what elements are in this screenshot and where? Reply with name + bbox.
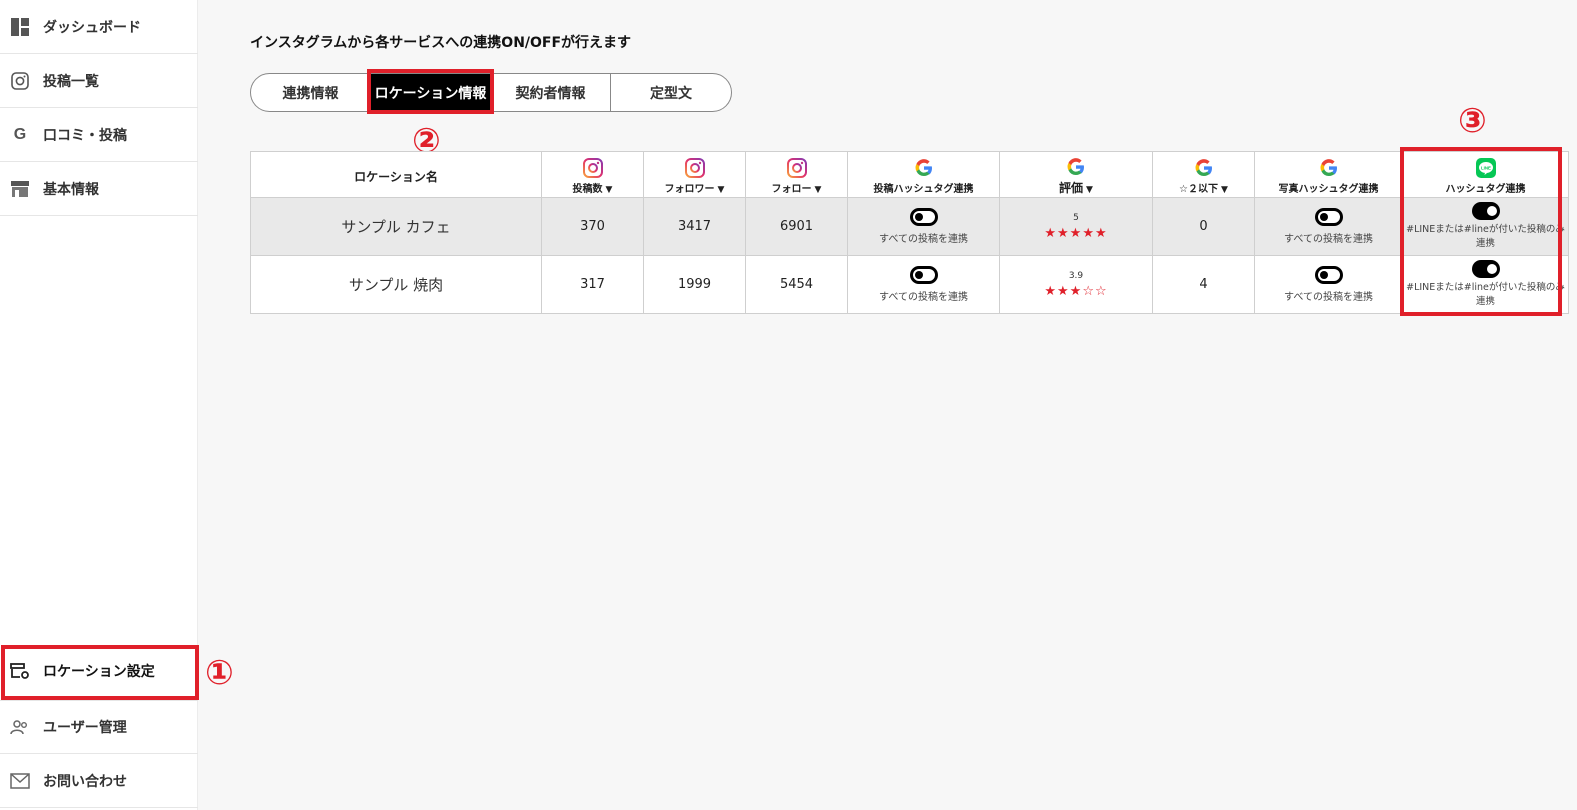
post-hashtag-cell: すべての投稿を連携	[847, 197, 1000, 256]
location-name-cell: サンプル カフェ	[250, 197, 542, 256]
tab-templates[interactable]: 定型文	[610, 74, 731, 111]
posts-cell: 370	[541, 197, 644, 256]
line-hashtag-toggle[interactable]	[1471, 260, 1500, 279]
column-header-low-rating[interactable]: ☆２以下 ▼	[1152, 151, 1255, 198]
column-header-photo-hashtag: 写真ハッシュタグ連携	[1254, 151, 1403, 198]
store-icon	[10, 179, 30, 199]
google-icon	[1066, 157, 1086, 177]
page-description: インスタグラムから各サービスへの連携ON/OFFが行えます	[250, 35, 632, 51]
photo-hashtag-cell: すべての投稿を連携	[1254, 197, 1403, 256]
rating-stars: ★★★☆☆	[1044, 283, 1108, 299]
sort-caret-icon[interactable]: ▼	[718, 185, 725, 195]
line-hashtag-toggle[interactable]	[1471, 202, 1500, 221]
low-rating-cell: 0	[1152, 197, 1255, 256]
sidebar-item-label: ロケーション設定	[43, 664, 155, 680]
followers-cell: 3417	[643, 197, 746, 256]
tab-location-info[interactable]: ロケーション情報	[370, 74, 490, 111]
sidebar: ダッシュボード 投稿一覧 G 口コミ・投稿 基本情報 ロケーション設定 ユーザー…	[0, 0, 198, 810]
sidebar-item-label: 投稿一覧	[43, 73, 99, 90]
sidebar-item-posts[interactable]: 投稿一覧	[0, 54, 198, 108]
google-icon	[914, 158, 934, 178]
posts-cell: 317	[541, 255, 644, 314]
photo-hashtag-toggle[interactable]	[1314, 266, 1343, 284]
rating-stars: ★★★★★	[1044, 225, 1108, 241]
column-header-post-hashtag: 投稿ハッシュタグ連携	[847, 151, 1000, 198]
sort-caret-icon[interactable]: ▼	[815, 185, 822, 195]
tab-bar: 連携情報 ロケーション情報 契約者情報 定型文	[250, 73, 732, 112]
sort-caret-icon[interactable]: ▼	[606, 185, 613, 195]
post-hashtag-toggle[interactable]	[909, 208, 938, 226]
instagram-icon	[10, 71, 30, 91]
dashboard-icon	[10, 17, 30, 37]
column-header-line-hashtag: LINE ハッシュタグ連携	[1402, 151, 1569, 198]
sidebar-item-label: お問い合わせ	[43, 773, 127, 790]
column-header-location: ロケーション名	[250, 151, 542, 198]
sidebar-item-basic-info[interactable]: 基本情報	[0, 162, 198, 216]
instagram-icon	[684, 157, 705, 178]
low-rating-cell: 4	[1152, 255, 1255, 314]
following-cell: 6901	[745, 197, 848, 256]
google-icon	[1194, 158, 1214, 178]
column-header-rating[interactable]: 評価 ▼	[999, 151, 1153, 198]
google-icon	[1319, 158, 1339, 178]
post-hashtag-toggle[interactable]	[909, 266, 938, 284]
column-header-followers[interactable]: フォロワー ▼	[643, 151, 746, 198]
location-table: ロケーション名 投稿数 ▼ フォロワー ▼ フォロー ▼ 投稿ハッシュタグ連携 評価 ▼	[250, 151, 1569, 314]
location-settings-icon	[10, 661, 30, 681]
rating-cell: 3.9 ★★★☆☆	[999, 255, 1153, 314]
sidebar-item-dashboard[interactable]: ダッシュボード	[0, 0, 198, 54]
tab-integration-info[interactable]: 連携情報	[251, 74, 370, 111]
sort-caret-icon[interactable]: ▼	[1221, 185, 1228, 195]
annotation-number-3: ③	[1458, 101, 1487, 141]
sidebar-item-label: 口コミ・投稿	[43, 127, 127, 144]
instagram-icon	[786, 157, 807, 178]
table-row: サンプル カフェ 370 3417 6901 すべての投稿を連携 5 ★★★★★…	[250, 197, 1569, 256]
sidebar-item-label: ダッシュボード	[43, 19, 141, 36]
photo-hashtag-toggle[interactable]	[1314, 208, 1343, 226]
sidebar-item-user-management[interactable]: ユーザー管理	[0, 700, 198, 754]
following-cell: 5454	[745, 255, 848, 314]
post-hashtag-cell: すべての投稿を連携	[847, 255, 1000, 314]
svg-text:LINE: LINE	[1480, 165, 1490, 170]
line-hashtag-cell: #LINEまたは#lineが付いた投稿のみ連携	[1402, 197, 1569, 256]
photo-hashtag-cell: すべての投稿を連携	[1254, 255, 1403, 314]
followers-cell: 1999	[643, 255, 746, 314]
line-hashtag-cell: #LINEまたは#lineが付いた投稿のみ連携	[1402, 255, 1569, 314]
sidebar-item-reviews[interactable]: G 口コミ・投稿	[0, 108, 198, 162]
rating-cell: 5 ★★★★★	[999, 197, 1153, 256]
line-icon: LINE	[1475, 157, 1496, 178]
table-header-row: ロケーション名 投稿数 ▼ フォロワー ▼ フォロー ▼ 投稿ハッシュタグ連携 評価 ▼	[250, 151, 1569, 198]
column-header-posts[interactable]: 投稿数 ▼	[541, 151, 644, 198]
users-icon	[10, 717, 30, 737]
sidebar-item-label: ユーザー管理	[43, 720, 127, 736]
instagram-icon	[582, 157, 603, 178]
sort-caret-icon[interactable]: ▼	[1086, 185, 1093, 195]
location-name-cell: サンプル 焼肉	[250, 255, 542, 314]
sidebar-item-label: 基本情報	[43, 181, 99, 198]
google-icon: G	[13, 125, 27, 143]
tab-contractor-info[interactable]: 契約者情報	[490, 74, 610, 111]
column-header-following[interactable]: フォロー ▼	[745, 151, 848, 198]
sidebar-item-contact[interactable]: お問い合わせ	[0, 754, 198, 808]
annotation-number-1: ①	[205, 653, 234, 693]
table-row: サンプル 焼肉 317 1999 5454 すべての投稿を連携 3.9 ★★★☆…	[250, 255, 1569, 314]
sidebar-item-location-settings[interactable]: ロケーション設定	[0, 645, 198, 697]
mail-icon	[10, 771, 30, 791]
